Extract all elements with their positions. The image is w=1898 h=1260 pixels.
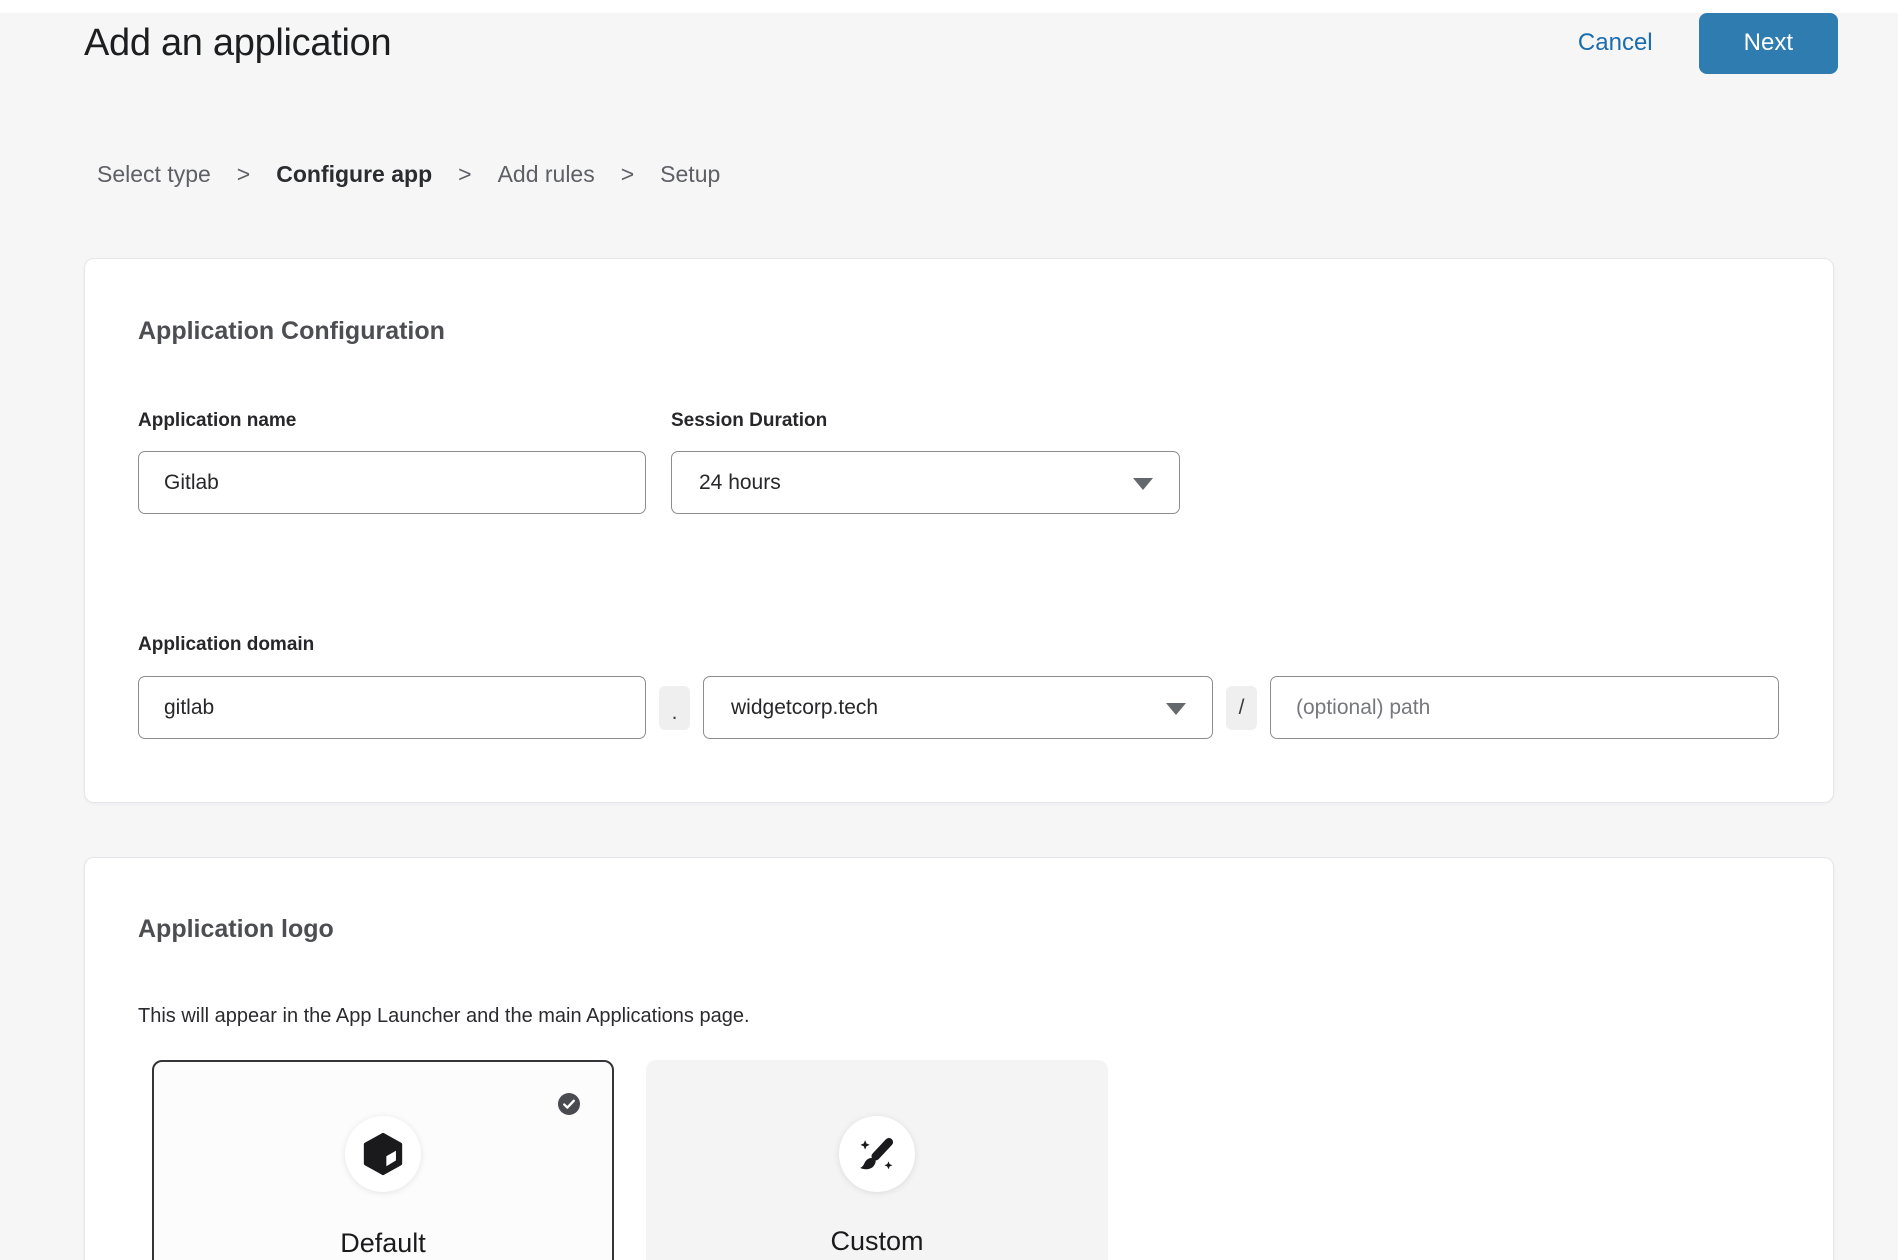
session-duration-value: 24 hours bbox=[699, 471, 781, 495]
application-domain-row: . widgetcorp.tech / bbox=[138, 676, 1780, 739]
custom-icon-circle bbox=[839, 1116, 915, 1192]
breadcrumb-separator: > bbox=[621, 161, 634, 188]
application-name-input[interactable] bbox=[138, 451, 646, 514]
application-logo-card: Application logo This will appear in the… bbox=[84, 857, 1834, 1260]
session-duration-field: Session Duration 24 hours bbox=[671, 409, 1180, 514]
page-title: Add an application bbox=[84, 22, 391, 65]
breadcrumb-separator: > bbox=[458, 161, 471, 188]
domain-select-value: widgetcorp.tech bbox=[731, 696, 878, 720]
application-name-label: Application name bbox=[138, 409, 646, 432]
breadcrumb-step-setup[interactable]: Setup bbox=[660, 161, 720, 188]
session-duration-select[interactable]: 24 hours bbox=[671, 451, 1180, 514]
add-application-page: Add an application Cancel Next Select ty… bbox=[0, 0, 1898, 1260]
logo-option-label: Default bbox=[154, 1228, 612, 1259]
logo-options-row: Default Custom bbox=[152, 1060, 1780, 1260]
breadcrumb-step-select-type[interactable]: Select type bbox=[97, 161, 211, 188]
name-session-row: Application name Session Duration 24 hou… bbox=[138, 409, 1780, 514]
application-configuration-card: Application Configuration Application na… bbox=[84, 258, 1834, 803]
domain-select[interactable]: widgetcorp.tech bbox=[703, 676, 1213, 739]
logo-card-title: Application logo bbox=[138, 914, 1780, 945]
cube-icon bbox=[360, 1131, 406, 1177]
logo-option-label: Custom bbox=[646, 1226, 1108, 1257]
session-duration-label: Session Duration bbox=[671, 409, 1180, 432]
next-button[interactable]: Next bbox=[1699, 13, 1838, 74]
breadcrumb: Select type > Configure app > Add rules … bbox=[97, 161, 720, 188]
logo-option-custom[interactable]: Custom bbox=[646, 1060, 1108, 1260]
application-name-field: Application name bbox=[138, 409, 646, 514]
default-icon-circle bbox=[345, 1116, 421, 1192]
chevron-down-icon bbox=[1133, 478, 1153, 490]
selected-check-badge bbox=[558, 1093, 580, 1115]
paintbrush-icon bbox=[855, 1132, 899, 1176]
path-input[interactable] bbox=[1270, 676, 1779, 739]
check-icon bbox=[558, 1093, 580, 1115]
slash-separator: / bbox=[1226, 686, 1257, 730]
chevron-down-icon bbox=[1166, 703, 1186, 715]
breadcrumb-separator: > bbox=[237, 161, 250, 188]
logo-card-description: This will appear in the App Launcher and… bbox=[138, 1004, 1780, 1028]
subdomain-input[interactable] bbox=[138, 676, 646, 739]
configuration-card-title: Application Configuration bbox=[138, 316, 1780, 347]
header-actions: Cancel Next bbox=[1572, 13, 1838, 74]
application-domain-label: Application domain bbox=[138, 633, 1780, 656]
logo-option-default[interactable]: Default bbox=[152, 1060, 614, 1260]
page-header: Add an application Cancel Next bbox=[84, 12, 1838, 74]
breadcrumb-step-configure-app[interactable]: Configure app bbox=[276, 161, 432, 188]
breadcrumb-step-add-rules[interactable]: Add rules bbox=[498, 161, 595, 188]
cancel-button[interactable]: Cancel bbox=[1572, 28, 1659, 58]
application-domain-field: Application domain . widgetcorp.tech / bbox=[138, 633, 1780, 739]
dot-separator: . bbox=[659, 686, 690, 730]
